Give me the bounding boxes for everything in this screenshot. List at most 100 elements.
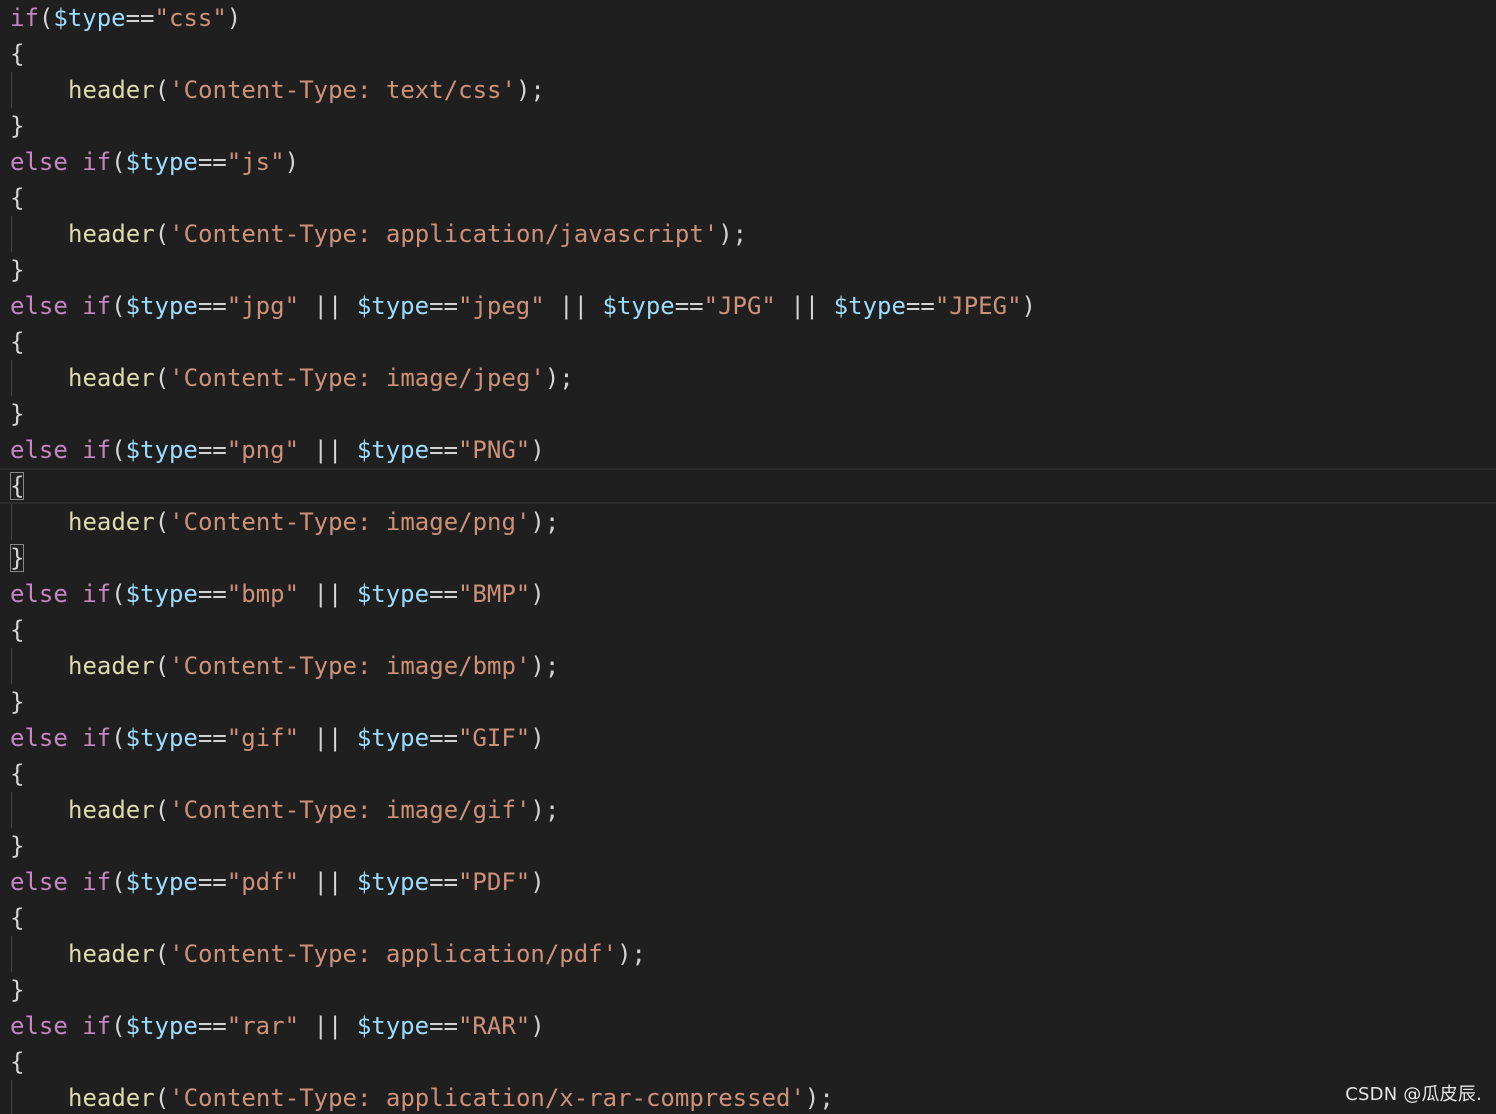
string-token: "css" (154, 4, 227, 32)
string-token: 'Content-Type: image/bmp' (169, 652, 531, 680)
code-line[interactable]: { (0, 900, 1496, 936)
keyword-else: else (10, 436, 68, 464)
code-line[interactable]: else if($type=="jpg" || $type=="jpeg" ||… (0, 288, 1496, 324)
brace-close: } (10, 688, 25, 716)
brace-open: { (10, 904, 25, 932)
paren-open: ( (154, 364, 170, 392)
brace-open: { (10, 616, 25, 644)
code-line[interactable]: { (0, 468, 1496, 504)
variable-token: $type (356, 292, 430, 320)
brace-open: { (10, 472, 25, 500)
code-line[interactable]: header('Content-Type: application/javasc… (0, 216, 1496, 252)
variable-token: $type (53, 4, 126, 32)
variable-token: $type (833, 292, 906, 320)
or-operator: || (299, 436, 357, 464)
paren-open: ( (154, 796, 170, 824)
function-call: header (68, 796, 155, 824)
code-line[interactable]: else if($type=="pdf" || $type=="PDF") (0, 864, 1496, 900)
equals-operator: == (905, 292, 935, 320)
code-line[interactable]: } (0, 540, 1496, 576)
equals-operator: == (197, 724, 227, 752)
string-token: "pdf" (226, 868, 300, 896)
keyword-else: else (10, 724, 68, 752)
string-token: "jpeg" (457, 292, 545, 320)
code-line[interactable]: else if($type=="rar" || $type=="RAR") (0, 1008, 1496, 1044)
indent-guide (11, 1080, 12, 1114)
string-token: 'Content-Type: image/png' (169, 508, 531, 536)
string-token: "JPEG" (934, 292, 1022, 320)
string-token: "gif" (226, 724, 300, 752)
equals-operator: == (197, 148, 227, 176)
paren-close: ) (1021, 292, 1036, 320)
code-line[interactable]: } (0, 684, 1496, 720)
statement-terminator: ); (530, 796, 560, 824)
or-operator: || (299, 724, 357, 752)
statement-terminator: ); (617, 940, 646, 968)
variable-token: $type (356, 1012, 430, 1040)
equals-operator: == (125, 4, 155, 32)
paren-open: ( (111, 292, 126, 320)
brace-close: } (10, 112, 25, 140)
watermark: CSDN @瓜皮辰. (1345, 1084, 1482, 1105)
keyword-if: if (82, 724, 112, 752)
paren-open: ( (111, 148, 126, 176)
variable-token: $type (125, 436, 198, 464)
code-line[interactable]: header('Content-Type: image/jpeg'); (0, 360, 1496, 396)
equals-operator: == (429, 292, 458, 320)
string-token: "png" (226, 436, 300, 464)
code-line[interactable]: } (0, 828, 1496, 864)
code-line[interactable]: } (0, 252, 1496, 288)
code-line[interactable]: else if($type=="png" || $type=="PNG") (0, 432, 1496, 468)
code-editor[interactable]: if($type=="css"){header('Content-Type: t… (0, 0, 1496, 1114)
code-line[interactable]: else if($type=="js") (0, 144, 1496, 180)
code-line[interactable]: header('Content-Type: text/css'); (0, 72, 1496, 108)
equals-operator: == (197, 580, 227, 608)
function-call: header (68, 76, 155, 104)
code-line[interactable]: { (0, 36, 1496, 72)
function-call: header (68, 1084, 155, 1112)
brace-open: { (10, 328, 25, 356)
code-line[interactable]: header('Content-Type: application/pdf'); (0, 936, 1496, 972)
equals-operator: == (429, 580, 458, 608)
function-call: header (68, 508, 155, 536)
statement-terminator: ); (515, 76, 545, 104)
string-token: 'Content-Type: image/jpeg' (169, 364, 545, 392)
indent-guide (11, 72, 12, 108)
brace-close: } (10, 976, 25, 1004)
code-line[interactable]: { (0, 612, 1496, 648)
code-line[interactable]: else if($type=="bmp" || $type=="BMP") (0, 576, 1496, 612)
code-line[interactable]: else if($type=="gif" || $type=="GIF") (0, 720, 1496, 756)
code-line[interactable]: header('Content-Type: image/gif'); (0, 792, 1496, 828)
paren-close: ) (530, 580, 545, 608)
paren-close: ) (530, 868, 545, 896)
code-line[interactable]: if($type=="css") (0, 0, 1496, 36)
keyword-if: if (82, 868, 112, 896)
code-line[interactable]: { (0, 756, 1496, 792)
paren-open: ( (154, 76, 170, 104)
code-line[interactable]: } (0, 108, 1496, 144)
indent-guide (11, 648, 12, 684)
statement-terminator: ); (530, 652, 560, 680)
indent-guide (11, 504, 12, 540)
brace-close: } (10, 832, 25, 860)
code-line[interactable]: { (0, 324, 1496, 360)
equals-operator: == (429, 868, 458, 896)
variable-token: $type (356, 724, 430, 752)
code-line[interactable]: header('Content-Type: application/x-rar-… (0, 1080, 1496, 1114)
paren-open: ( (154, 508, 170, 536)
code-line[interactable]: } (0, 396, 1496, 432)
code-line[interactable]: { (0, 1044, 1496, 1080)
indent-guide (11, 792, 12, 828)
variable-token: $type (125, 1012, 198, 1040)
keyword-else: else (10, 292, 68, 320)
variable-token: $type (356, 868, 430, 896)
code-line[interactable]: } (0, 972, 1496, 1008)
code-line[interactable]: header('Content-Type: image/png'); (0, 504, 1496, 540)
variable-token: $type (125, 724, 198, 752)
string-token: 'Content-Type: application/pdf' (169, 940, 618, 968)
code-line[interactable]: header('Content-Type: image/bmp'); (0, 648, 1496, 684)
code-line[interactable]: { (0, 180, 1496, 216)
code-area[interactable]: if($type=="css"){header('Content-Type: t… (0, 0, 1496, 1114)
keyword-if: if (10, 4, 39, 32)
or-operator: || (299, 868, 357, 896)
